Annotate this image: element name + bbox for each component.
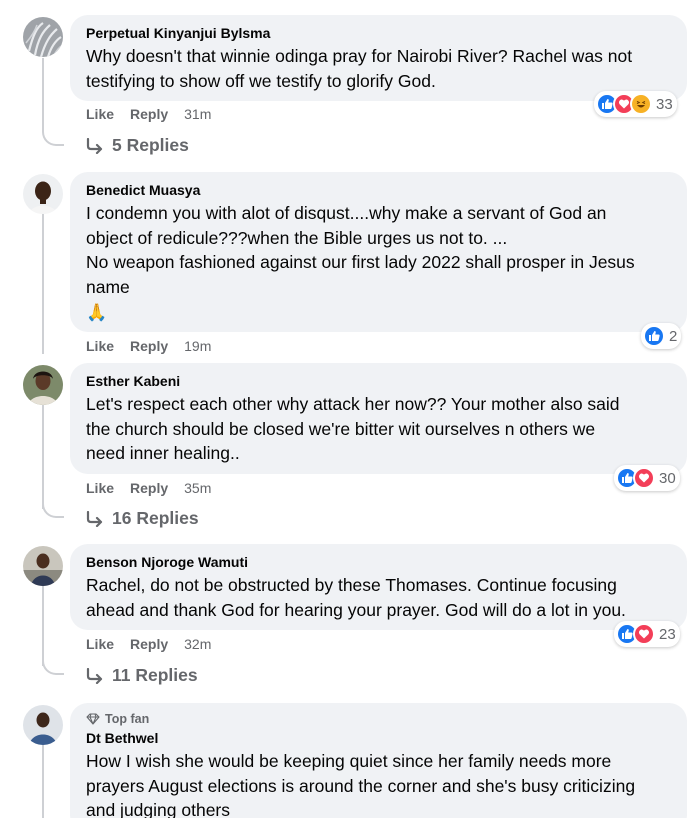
thread-line [42, 745, 44, 818]
comment-timestamp[interactable]: 31m [184, 106, 211, 122]
thread-connector [42, 128, 64, 146]
love-reaction-icon [633, 467, 655, 489]
thread-connector [42, 500, 64, 518]
comment-bubble: Benedict Muasya I condemn you with alot … [70, 172, 687, 332]
avatar[interactable] [23, 174, 63, 214]
comment-actions: Like Reply 35m [86, 480, 211, 496]
reaction-count: 23 [659, 625, 676, 643]
comment-author[interactable]: Perpetual Kinyanjui Bylsma [86, 24, 671, 42]
comment-bubble: Benson Njoroge Wamuti Rachel, do not be … [70, 544, 687, 630]
comment-timestamp[interactable]: 32m [184, 636, 211, 652]
diamond-icon [86, 713, 100, 725]
like-button[interactable]: Like [86, 480, 114, 496]
top-fan-badge: Top fan [86, 712, 671, 726]
comment-actions: Like Reply 31m [86, 106, 211, 122]
view-replies-button[interactable]: 16 Replies [86, 508, 199, 529]
reply-button[interactable]: Reply [130, 338, 168, 354]
comment-text: Let's respect each other why attack her … [86, 394, 620, 463]
thread-line [42, 214, 44, 354]
view-replies-button[interactable]: 11 Replies [86, 665, 198, 686]
comment-text: Rachel, do not be obstructed by these Th… [86, 575, 626, 620]
reply-button[interactable]: Reply [130, 636, 168, 652]
comment-actions: Like Reply 32m [86, 636, 211, 652]
comment-author[interactable]: Esther Kabeni [86, 372, 671, 390]
love-reaction-icon [633, 623, 655, 645]
comment-timestamp[interactable]: 19m [184, 338, 211, 354]
reactions-summary[interactable]: 23 [614, 621, 680, 647]
reaction-count: 33 [656, 95, 673, 113]
reaction-count: 30 [659, 469, 676, 487]
like-button[interactable]: Like [86, 106, 114, 122]
reactions-summary[interactable]: 30 [614, 465, 680, 491]
praying-hands-emoji: 🙏 [86, 303, 108, 323]
comment-bubble: Perpetual Kinyanjui Bylsma Why doesn't t… [70, 15, 687, 101]
reply-arrow-icon [86, 137, 103, 154]
thread-line [42, 405, 44, 509]
like-button[interactable]: Like [86, 338, 114, 354]
comment-timestamp[interactable]: 35m [184, 480, 211, 496]
comment-text: Why doesn't that winnie odinga pray for … [86, 46, 633, 91]
comment-bubble: Esther Kabeni Let's respect each other w… [70, 363, 687, 474]
like-button[interactable]: Like [86, 636, 114, 652]
comment-author[interactable]: Benson Njoroge Wamuti [86, 553, 671, 571]
comment-text: I condemn you with alot of disqust....wh… [86, 203, 635, 297]
reply-button[interactable]: Reply [130, 480, 168, 496]
avatar[interactable] [23, 17, 63, 57]
avatar[interactable] [23, 546, 63, 586]
reply-arrow-icon [86, 510, 103, 527]
thread-line [42, 586, 44, 666]
haha-reaction-icon [630, 93, 652, 115]
view-replies-button[interactable]: 5 Replies [86, 135, 189, 156]
reactions-summary[interactable]: 2 [641, 323, 682, 349]
like-reaction-icon [643, 325, 665, 347]
comment-text: How I wish she would be keeping quiet si… [86, 751, 636, 818]
avatar[interactable] [23, 365, 63, 405]
reaction-count: 2 [669, 327, 678, 345]
comment-bubble: Top fan Dt Bethwel How I wish she would … [70, 703, 687, 818]
comment-author[interactable]: Dt Bethwel [86, 729, 671, 747]
comment-author[interactable]: Benedict Muasya [86, 181, 671, 199]
reply-arrow-icon [86, 667, 103, 684]
comment-actions: Like Reply 19m [86, 338, 211, 354]
thread-line [42, 58, 44, 128]
reactions-summary[interactable]: 33 [594, 91, 677, 117]
thread-connector [42, 657, 64, 675]
avatar[interactable] [23, 705, 63, 745]
reply-button[interactable]: Reply [130, 106, 168, 122]
